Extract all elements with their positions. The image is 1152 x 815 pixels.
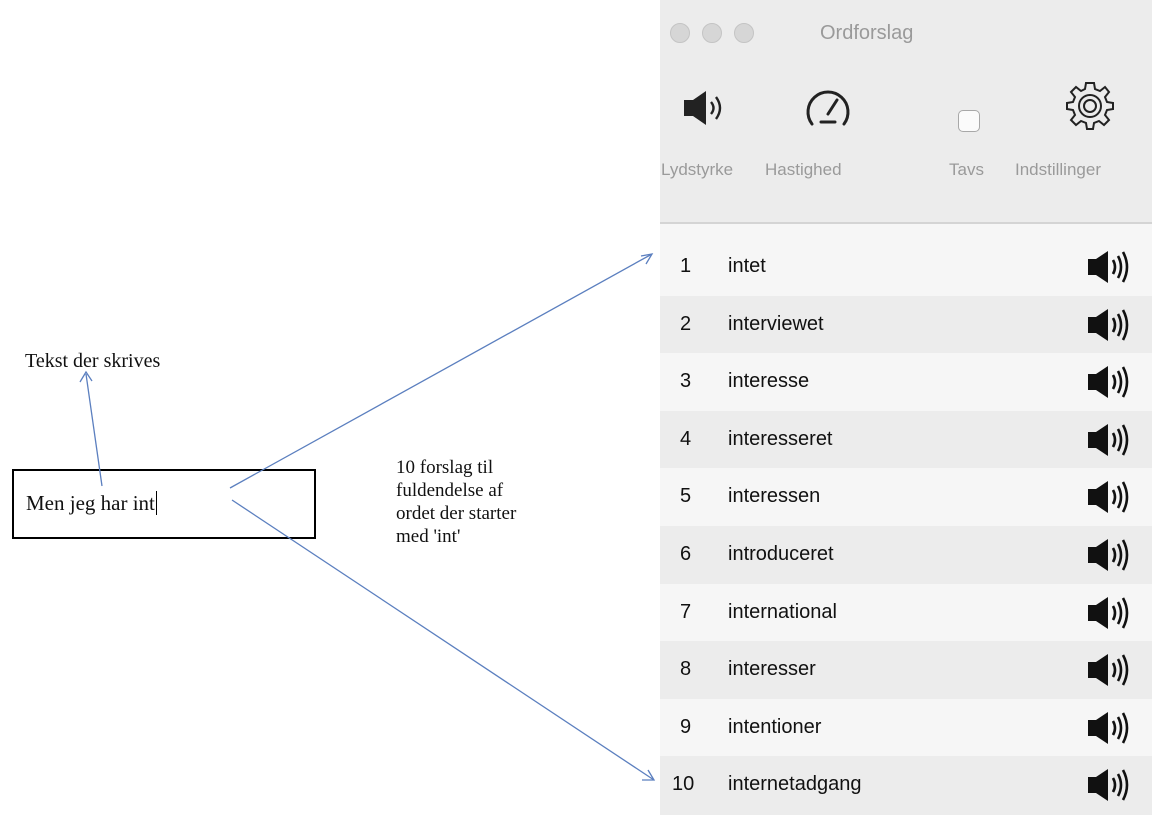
speed-button[interactable]: Hastighed xyxy=(765,0,890,200)
typed-text: Men jeg har int xyxy=(26,491,157,515)
suggestion-row[interactable]: 4 interesseret xyxy=(660,410,1152,469)
speed-label: Hastighed xyxy=(765,160,842,179)
speedometer-icon xyxy=(806,90,850,126)
suggestion-number: 5 xyxy=(680,485,692,508)
settings-button[interactable]: Indstillinger xyxy=(1000,0,1152,200)
suggestion-number: 4 xyxy=(680,427,692,450)
suggestions-description: 10 forslag til fuldendelse af ordet der … xyxy=(396,456,516,548)
mute-checkbox[interactable] xyxy=(958,110,980,132)
description-line: med 'int' xyxy=(396,526,461,547)
description-line: fuldendelse af xyxy=(396,480,504,501)
suggestion-word[interactable]: interviewet xyxy=(728,313,824,336)
suggestion-list: 1 intet 2 interviewet 3 interesse 4 inte… xyxy=(660,238,1152,814)
description-line: ordet der starter xyxy=(396,503,517,524)
description-line: 10 forslag til xyxy=(396,457,494,478)
suggestion-word[interactable]: interesseret xyxy=(728,428,833,451)
speaker-icon[interactable] xyxy=(1086,363,1132,401)
suggestion-row[interactable]: 3 interesse xyxy=(660,353,1152,411)
settings-label: Indstillinger xyxy=(1015,160,1101,179)
suggestion-word[interactable]: internetadgang xyxy=(728,773,861,796)
suggestion-row[interactable]: 6 introduceret xyxy=(660,525,1152,584)
suggestion-word[interactable]: intentioner xyxy=(728,716,821,739)
suggestion-number: 2 xyxy=(680,312,692,335)
speaker-icon xyxy=(684,91,722,125)
suggestion-word[interactable]: interesser xyxy=(728,658,816,681)
suggestion-word[interactable]: interessen xyxy=(728,485,820,508)
typed-text-caption: Tekst der skrives xyxy=(25,350,161,372)
speaker-icon[interactable] xyxy=(1086,766,1132,804)
arrow-to-first-suggestion xyxy=(229,253,653,489)
suggestion-word[interactable]: international xyxy=(728,601,837,624)
volume-button[interactable]: Lydstyrke xyxy=(660,0,770,200)
suggestion-number: 8 xyxy=(680,658,692,681)
suggestion-number: 3 xyxy=(680,370,692,393)
speaker-icon[interactable] xyxy=(1086,709,1132,747)
mute-toggle[interactable]: Tavs xyxy=(915,0,995,200)
suggestion-number: 1 xyxy=(680,255,692,277)
text-input-box[interactable]: Men jeg har int xyxy=(12,469,316,539)
list-header-spacer xyxy=(660,224,1152,238)
gear-icon xyxy=(1066,82,1114,130)
speaker-icon[interactable] xyxy=(1086,306,1132,344)
speaker-icon[interactable] xyxy=(1086,594,1132,632)
suggestion-word[interactable]: intet xyxy=(728,255,766,278)
speaker-icon[interactable] xyxy=(1086,421,1132,459)
speaker-icon[interactable] xyxy=(1086,536,1132,574)
speaker-icon[interactable] xyxy=(1086,248,1132,286)
speaker-icon[interactable] xyxy=(1086,478,1132,516)
suggestion-row[interactable]: 8 interesser xyxy=(660,641,1152,699)
suggestion-row[interactable]: 7 international xyxy=(660,583,1152,642)
volume-label: Lydstyrke xyxy=(661,160,734,179)
text-caret xyxy=(155,491,157,515)
suggestion-number: 9 xyxy=(680,715,692,738)
suggestion-word[interactable]: introduceret xyxy=(728,543,834,566)
suggestion-row[interactable]: 1 intet xyxy=(660,238,1152,296)
suggestion-number: 6 xyxy=(680,542,692,565)
suggestion-row[interactable]: 10 internetadgang xyxy=(660,756,1152,814)
suggestion-row[interactable]: 5 interessen xyxy=(660,468,1152,526)
suggestion-number: 10 xyxy=(672,773,695,796)
speaker-icon[interactable] xyxy=(1086,651,1132,689)
suggestion-number: 7 xyxy=(680,600,692,623)
mute-label: Tavs xyxy=(949,160,984,179)
arrow-to-last-suggestion-head xyxy=(642,769,656,781)
suggestion-row[interactable]: 9 intentioner xyxy=(660,698,1152,757)
word-prediction-window: Ordforslag Lydstyrke Hastighed Tavs Inds… xyxy=(660,0,1152,815)
arrow-to-first-suggestion-head xyxy=(640,253,654,265)
suggestion-row[interactable]: 2 interviewet xyxy=(660,295,1152,354)
arrow-to-caption-head xyxy=(79,370,93,383)
suggestion-word[interactable]: interesse xyxy=(728,370,809,393)
